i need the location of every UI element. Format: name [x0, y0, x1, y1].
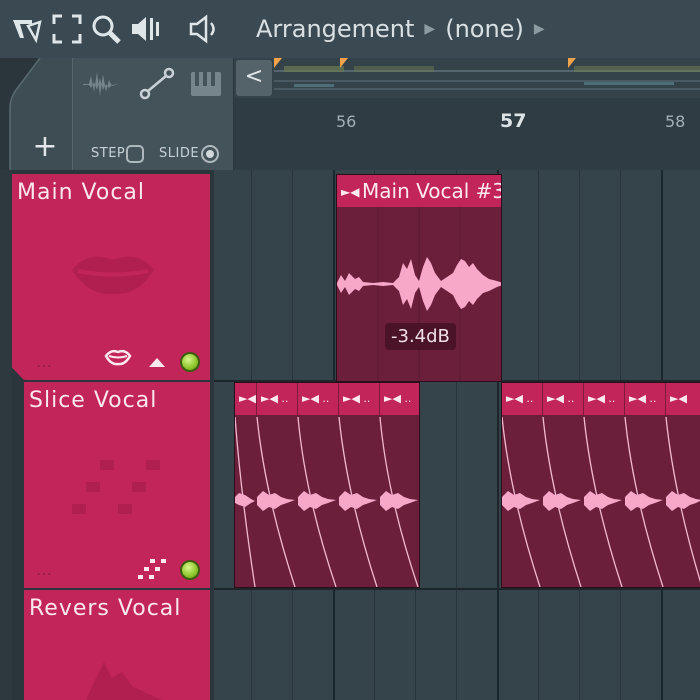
lips-icon	[104, 349, 132, 366]
slice-header[interactable]: ►◀ ..	[298, 383, 339, 415]
slice-header[interactable]: ►◀ ..	[502, 383, 543, 415]
slice-header[interactable]: ►◀ ..	[584, 383, 625, 415]
slice-header[interactable]: ►◀ ..	[543, 383, 584, 415]
slide-label: SLIDE	[159, 146, 200, 161]
timeline-ruler[interactable]	[234, 98, 700, 170]
track-name: Revers Vocal	[29, 596, 182, 621]
track-name: Slice Vocal	[29, 388, 158, 413]
breadcrumb: Arrangement ▶ (none) ▶	[256, 12, 555, 46]
track-menu-dots[interactable]: …	[36, 352, 52, 371]
clip-slice-group-2[interactable]: ►◀ .. ►◀ .. ►◀ .. ►◀ .. ►◀	[501, 382, 700, 588]
bar-number: 58	[665, 112, 686, 131]
arrangement-title[interactable]: Arrangement	[256, 15, 414, 43]
slice-header[interactable]: ►◀ ..	[339, 383, 380, 415]
step-toggle[interactable]	[126, 145, 144, 163]
add-track-button[interactable]: +	[30, 132, 60, 162]
clip-title: Main Vocal #3	[362, 179, 502, 203]
audio-meter-icon[interactable]	[130, 12, 164, 46]
track-enable-led[interactable]	[180, 352, 200, 372]
track-name: Main Vocal	[17, 180, 146, 205]
slide-toggle[interactable]	[201, 145, 219, 163]
speaker-icon[interactable]	[188, 12, 222, 46]
toolbar: Arrangement ▶ (none) ▶	[0, 0, 700, 58]
track-header-main-vocal[interactable]: Main Vocal …	[12, 174, 210, 380]
reverse-watermark-icon	[86, 662, 162, 700]
slice-header[interactable]: ►◀ ..	[380, 383, 419, 415]
fullscreen-icon[interactable]	[50, 12, 84, 46]
slice-waveforms	[502, 416, 700, 587]
clip-main-vocal[interactable]: ►◀ Main Vocal #3 -3.4dB	[336, 174, 502, 382]
scroll-left-button[interactable]: <	[236, 60, 272, 96]
bar-number: 57	[500, 110, 527, 132]
lips-watermark-icon	[72, 256, 154, 295]
collapse-arrow-icon[interactable]	[148, 356, 166, 368]
slice-header[interactable]: ►◀	[666, 383, 700, 415]
waveform	[337, 257, 501, 311]
playlist-grid[interactable]: ►◀ Main Vocal #3 -3.4dB ►◀ ►◀ .. ►◀ .. ►…	[214, 170, 700, 700]
slice-waveforms	[235, 416, 419, 587]
volume-tooltip: -3.4dB	[385, 323, 456, 350]
clip-slice-group-1[interactable]: ►◀ ►◀ .. ►◀ .. ►◀ .. ►◀ ..	[234, 382, 420, 588]
slice-header[interactable]: ►◀ ..	[625, 383, 666, 415]
slice-watermark-icon	[72, 460, 160, 514]
playlist-overview[interactable]	[234, 58, 700, 98]
breadcrumb-arrow-icon: ▶	[533, 21, 545, 37]
audio-clip-icon[interactable]	[81, 64, 121, 104]
step-label: STEP	[91, 146, 126, 161]
track-header-slice-vocal[interactable]: Slice Vocal …	[24, 382, 210, 588]
clip-header[interactable]: ►◀ Main Vocal #3	[337, 175, 501, 207]
track-enable-led[interactable]	[180, 560, 200, 580]
clip-play-icon: ►◀	[341, 185, 360, 199]
bar-number: 56	[336, 112, 357, 131]
slice-icon	[138, 559, 166, 579]
pattern-selector[interactable]: (none)	[445, 15, 524, 43]
track-separator	[214, 588, 700, 590]
slice-header[interactable]: ►◀	[235, 383, 257, 415]
snap-icon[interactable]	[10, 12, 44, 46]
breadcrumb-arrow-icon: ▶	[424, 21, 436, 37]
track-menu-dots[interactable]: …	[36, 560, 52, 579]
track-header-revers-vocal[interactable]: Revers Vocal	[24, 590, 210, 700]
zoom-icon[interactable]	[89, 12, 123, 46]
track-gutter	[0, 170, 12, 700]
piano-icon[interactable]	[187, 64, 227, 104]
slice-header[interactable]: ►◀ ..	[257, 383, 298, 415]
automation-icon[interactable]	[137, 64, 177, 104]
